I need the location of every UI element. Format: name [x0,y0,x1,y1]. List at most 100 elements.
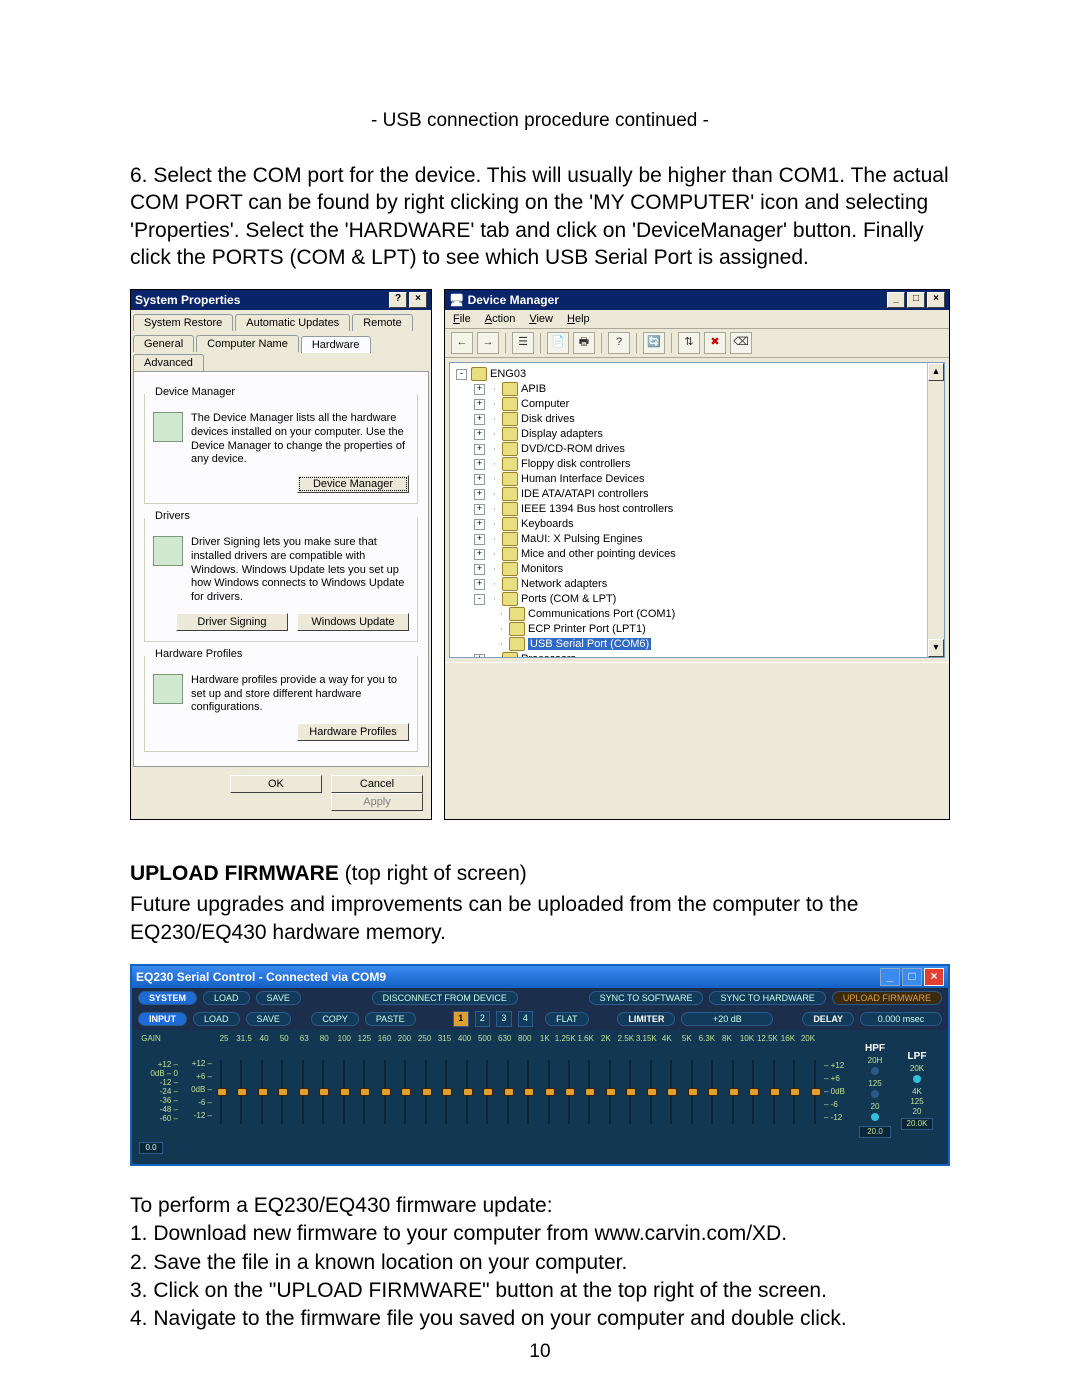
eq-slider[interactable] [441,1060,451,1124]
tree-leaf[interactable]: ·ECP Printer Port (LPT1) [452,622,942,637]
menu-file[interactable]: File [453,313,471,325]
eq-sliders[interactable] [212,1060,824,1124]
close-button[interactable]: × [924,968,944,986]
eq-slider[interactable] [298,1060,308,1124]
menu-action[interactable]: Action [485,313,516,325]
cancel-button[interactable]: Cancel [331,775,423,793]
eq-slider[interactable] [421,1060,431,1124]
uninstall-icon[interactable]: ⌫ [730,332,752,354]
eq-slider[interactable] [666,1060,676,1124]
tree-node[interactable]: +·Mice and other pointing devices [452,547,942,562]
tab-remote[interactable]: Remote [352,314,413,331]
sync-hardware-button[interactable]: SYNC TO HARDWARE [709,991,825,1005]
help-button[interactable]: ? [389,292,407,308]
eq-slider[interactable] [789,1060,799,1124]
eq-slider[interactable] [380,1060,390,1124]
save-button[interactable]: SAVE [246,1012,291,1026]
eq-slider[interactable] [257,1060,267,1124]
flat-button[interactable]: FLAT [545,1012,588,1026]
eq-slider[interactable] [544,1060,554,1124]
eq-slider[interactable] [728,1060,738,1124]
minimize-button[interactable]: _ [887,292,905,308]
load-button[interactable]: LOAD [203,991,250,1005]
scroll-up-icon[interactable]: ▲ [928,363,944,381]
tab-advanced[interactable]: Advanced [133,354,204,371]
update-icon[interactable]: ⇅ [678,332,700,354]
eq-slider[interactable] [277,1060,287,1124]
gain-value[interactable]: 0.0 [139,1142,163,1154]
hpf-dot[interactable] [871,1113,879,1121]
scrollbar[interactable]: ▲ ▼ [927,363,944,657]
upload-firmware-button[interactable]: UPLOAD FIRMWARE [832,991,942,1005]
tree-node[interactable]: +·APIB [452,382,942,397]
eq-slider[interactable] [462,1060,472,1124]
close-button[interactable]: × [409,292,427,308]
eq-slider[interactable] [216,1060,226,1124]
save-button[interactable]: SAVE [256,991,301,1005]
tree-leaf[interactable]: ·USB Serial Port (COM6) [452,637,942,652]
eq-slider[interactable] [359,1060,369,1124]
eq-slider[interactable] [236,1060,246,1124]
tree-node[interactable]: +·IEEE 1394 Bus host controllers [452,502,942,517]
disconnect-button[interactable]: DISCONNECT FROM DEVICE [372,991,518,1005]
channel-3-button[interactable]: 3 [496,1011,512,1027]
channel-2-button[interactable]: 2 [475,1011,491,1027]
tree-node[interactable]: +·Disk drives [452,412,942,427]
tree-node[interactable]: +·Display adapters [452,427,942,442]
eq-slider[interactable] [523,1060,533,1124]
menu-help[interactable]: Help [567,313,590,325]
tree-node[interactable]: +·IDE ATA/ATAPI controllers [452,487,942,502]
lpf-value[interactable]: 20.0K [901,1118,933,1130]
hardware-profiles-button[interactable]: Hardware Profiles [297,723,409,741]
device-manager-button[interactable]: Device Manager [297,475,409,493]
tree-node[interactable]: +·DVD/CD-ROM drives [452,442,942,457]
eq-slider[interactable] [482,1060,492,1124]
disable-icon[interactable]: ✖ [704,332,726,354]
limiter-value[interactable]: +20 dB [681,1012,773,1026]
scan-icon[interactable]: 🔄 [643,332,665,354]
eq-slider[interactable] [625,1060,635,1124]
tab-hardware[interactable]: Hardware [301,336,371,353]
eq-slider[interactable] [339,1060,349,1124]
eq-slider[interactable] [400,1060,410,1124]
close-button[interactable]: × [927,292,945,308]
eq-slider[interactable] [707,1060,717,1124]
driver-signing-button[interactable]: Driver Signing [176,613,288,631]
tree-node[interactable]: +·Computer [452,397,942,412]
load-button[interactable]: LOAD [193,1012,240,1026]
copy-button[interactable]: COPY [311,1012,359,1026]
scroll-down-icon[interactable]: ▼ [928,639,944,657]
properties-icon[interactable]: 📄 [547,332,569,354]
paste-button[interactable]: PASTE [365,1012,416,1026]
tree-node[interactable]: +·Monitors [452,562,942,577]
eq-slider[interactable] [318,1060,328,1124]
tree-node[interactable]: +·Keyboards [452,517,942,532]
channel-1-button[interactable]: 1 [453,1011,469,1027]
apply-button[interactable]: Apply [331,793,423,811]
hpf-dot[interactable] [871,1090,879,1098]
tab-computer-name[interactable]: Computer Name [196,335,299,352]
eq-slider[interactable] [748,1060,758,1124]
tree-node[interactable]: +·Processors [452,652,942,658]
channel-4-button[interactable]: 4 [518,1011,534,1027]
maximize-button[interactable]: □ [907,292,925,308]
minimize-button[interactable]: _ [880,968,900,986]
eq-slider[interactable] [564,1060,574,1124]
hpf-value[interactable]: 20.0 [859,1126,891,1138]
lpf-dot[interactable] [913,1075,921,1083]
tree-root[interactable]: -ENG03 [452,367,942,382]
delay-value[interactable]: 0.000 msec [860,1012,942,1026]
back-icon[interactable]: ← [451,332,473,354]
eq-slider[interactable] [687,1060,697,1124]
device-tree[interactable]: ▲ ▼ -ENG03 +·APIB+·Computer+·Disk drives… [449,362,945,658]
help-icon[interactable]: ? [608,332,630,354]
sync-software-button[interactable]: SYNC TO SOFTWARE [589,991,704,1005]
menu-view[interactable]: View [529,313,553,325]
tree-node[interactable]: -·Ports (COM & LPT) [452,592,942,607]
view-icon[interactable]: ☰ [512,332,534,354]
tab-automatic-updates[interactable]: Automatic Updates [235,314,350,331]
eq-slider[interactable] [810,1060,820,1124]
tree-leaf[interactable]: ·Communications Port (COM1) [452,607,942,622]
eq-slider[interactable] [605,1060,615,1124]
windows-update-button[interactable]: Windows Update [297,613,409,631]
